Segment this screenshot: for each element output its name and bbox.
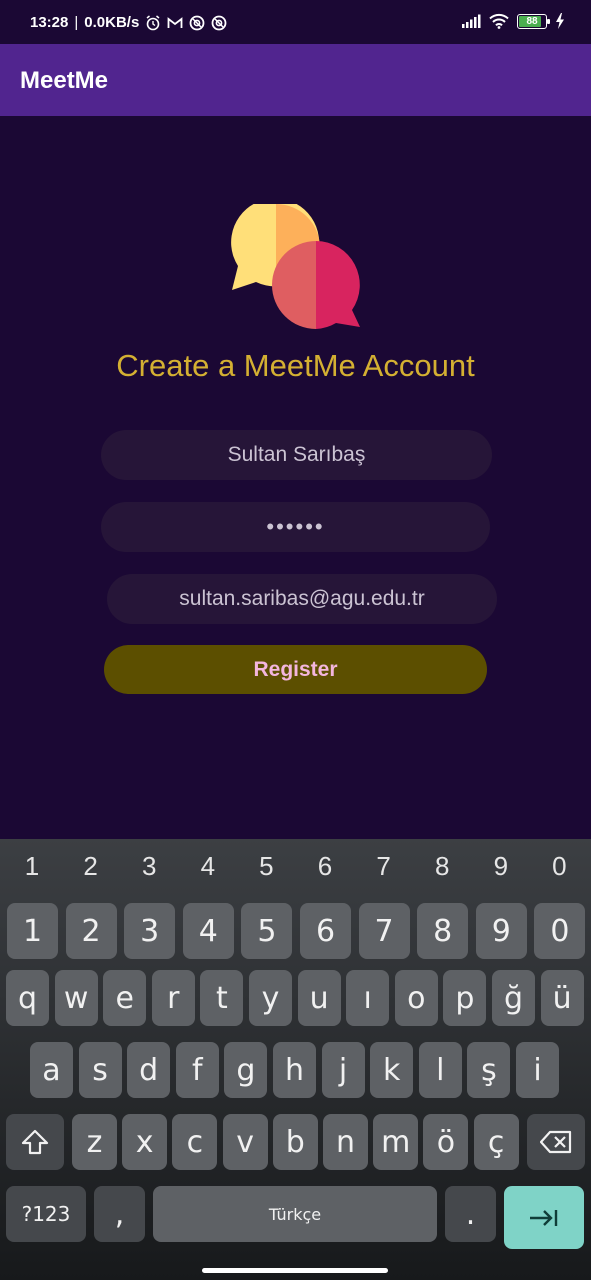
status-time: 13:28 xyxy=(30,14,69,31)
comma-key[interactable]: , xyxy=(94,1186,145,1242)
battery-icon: 88 xyxy=(517,13,550,29)
app-title: MeetMe xyxy=(20,67,109,94)
letter-key[interactable]: c xyxy=(172,1114,218,1170)
app-icon xyxy=(189,15,205,30)
number-hint: 3 xyxy=(141,851,157,881)
backspace-key[interactable] xyxy=(527,1114,585,1170)
letter-key[interactable]: ş xyxy=(467,1042,511,1098)
letter-key[interactable]: ı xyxy=(346,970,390,1026)
letter-key[interactable]: a xyxy=(30,1042,73,1098)
next-field-icon xyxy=(530,1209,558,1226)
status-bar: 13:28 | 0.0KB/s 88 xyxy=(0,0,591,44)
battery-tip xyxy=(547,18,550,24)
number-hint: 8 xyxy=(434,851,450,881)
number-hint: 9 xyxy=(493,851,509,881)
letter-key[interactable]: s xyxy=(78,1042,122,1098)
letter-key[interactable]: ö xyxy=(423,1114,469,1170)
register-screen: Create a MeetMe Account Register xyxy=(0,116,591,839)
status-left: 13:28 | 0.0KB/s xyxy=(30,14,227,31)
letter-key[interactable]: v xyxy=(222,1114,268,1170)
number-hint: 7 xyxy=(376,851,391,881)
letter-key[interactable]: ğ xyxy=(492,970,535,1026)
letter-key[interactable]: u xyxy=(297,970,341,1026)
number-hint: 0 xyxy=(552,851,567,881)
period-key[interactable]: . xyxy=(445,1186,496,1242)
letter-key[interactable]: z xyxy=(72,1114,117,1170)
letter-key[interactable]: y xyxy=(249,970,292,1026)
status-net-speed: 0.0KB/s xyxy=(84,14,140,31)
letter-key[interactable]: r xyxy=(151,970,195,1026)
battery-level: 88 xyxy=(526,15,538,27)
app-icon xyxy=(211,15,227,30)
page-title: Create a MeetMe Account xyxy=(116,348,475,383)
enter-key[interactable] xyxy=(504,1186,584,1249)
letter-key[interactable]: n xyxy=(323,1114,368,1170)
letter-key[interactable]: p xyxy=(443,970,487,1026)
space-key[interactable]: Türkçe xyxy=(153,1186,437,1242)
letter-key[interactable]: b xyxy=(272,1114,318,1170)
backspace-icon xyxy=(540,1130,572,1154)
gmail-icon xyxy=(167,16,183,28)
charging-icon xyxy=(556,13,564,29)
letter-key[interactable]: h xyxy=(273,1042,316,1098)
number-key[interactable]: 2 xyxy=(65,903,117,959)
letter-key[interactable]: q xyxy=(6,970,49,1026)
letter-key[interactable]: l xyxy=(418,1042,462,1098)
chat-bubbles-logo-icon xyxy=(231,204,360,329)
status-right: 88 xyxy=(461,13,565,29)
letter-key[interactable]: w xyxy=(54,970,98,1026)
letter-key[interactable]: ü xyxy=(540,970,584,1026)
letter-key[interactable]: f xyxy=(175,1042,219,1098)
wifi-icon xyxy=(489,13,509,29)
number-key[interactable]: 4 xyxy=(182,903,234,959)
number-hint: 4 xyxy=(200,851,216,881)
letter-key[interactable]: o xyxy=(394,970,438,1026)
letter-key[interactable]: g xyxy=(224,1042,268,1098)
number-key[interactable]: 6 xyxy=(300,903,351,959)
number-key[interactable]: 9 xyxy=(475,903,527,959)
letter-key[interactable]: j xyxy=(321,1042,365,1098)
soft-keyboard: 1234567890 1234567890 qwertyuıopğü asdfg… xyxy=(0,839,591,1280)
name-input[interactable] xyxy=(101,430,492,480)
status-icons-left xyxy=(145,14,227,31)
number-hint: 1 xyxy=(24,851,40,881)
symbols-key[interactable]: ?123 xyxy=(6,1186,86,1242)
letter-key[interactable]: k xyxy=(370,1042,414,1098)
shift-icon xyxy=(21,1129,49,1155)
number-key[interactable]: 7 xyxy=(358,903,410,959)
signal-icon xyxy=(462,14,481,28)
number-hint: 5 xyxy=(259,851,274,881)
number-key[interactable]: 3 xyxy=(124,903,176,959)
number-hint-row: 1 2 3 4 5 6 7 8 9 0 xyxy=(0,851,591,887)
letter-key[interactable]: e xyxy=(103,970,147,1026)
letter-key[interactable]: x xyxy=(122,1114,168,1170)
letter-key[interactable]: i xyxy=(516,1042,559,1098)
email-input[interactable] xyxy=(107,574,497,624)
password-input[interactable] xyxy=(101,502,490,552)
alarm-icon xyxy=(146,14,160,30)
app-bar: MeetMe xyxy=(0,44,591,116)
number-key[interactable]: 1 xyxy=(7,903,58,959)
number-hint: 2 xyxy=(83,851,98,881)
letter-key[interactable]: d xyxy=(127,1042,171,1098)
number-key[interactable]: 0 xyxy=(534,903,586,959)
letter-key[interactable]: ç xyxy=(473,1114,519,1170)
letter-key[interactable]: m xyxy=(373,1114,419,1170)
number-key[interactable]: 8 xyxy=(417,903,469,959)
register-button[interactable]: Register xyxy=(104,645,487,694)
number-hint: 6 xyxy=(317,851,333,881)
shift-key[interactable] xyxy=(6,1114,64,1170)
status-separator: | xyxy=(74,14,79,31)
number-key[interactable]: 5 xyxy=(241,903,293,959)
letter-key[interactable]: t xyxy=(200,970,244,1026)
gesture-nav-handle[interactable] xyxy=(202,1268,388,1273)
